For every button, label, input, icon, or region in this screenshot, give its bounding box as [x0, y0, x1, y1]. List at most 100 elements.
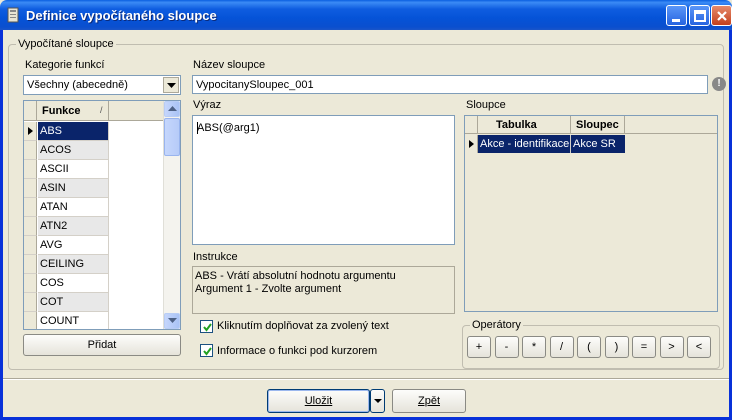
function-name: ATAN [38, 198, 109, 217]
row-selector [24, 160, 37, 179]
column-name-input[interactable]: VypocitanySloupec_001 [192, 75, 708, 94]
operator-button[interactable]: = [632, 336, 656, 358]
back-button[interactable]: Zpět [392, 389, 466, 413]
save-options-button[interactable] [370, 389, 385, 413]
grid-corner [465, 116, 478, 134]
column-column-header[interactable]: Sloupec [571, 116, 625, 134]
functions-scrollbar[interactable] [163, 101, 180, 329]
row-selector [24, 236, 37, 255]
operator-button[interactable]: ) [604, 336, 629, 358]
function-name: COT [38, 293, 109, 312]
save-button[interactable]: Uložit [267, 389, 370, 413]
sort-icon: / [100, 105, 103, 115]
scroll-up-button[interactable] [164, 101, 180, 117]
save-button-label: Uložit [304, 395, 333, 407]
instructions-label: Instrukce [193, 251, 238, 263]
list-item[interactable]: ABS [24, 122, 164, 141]
maximize-icon [694, 10, 706, 22]
chevron-up-icon [168, 106, 177, 111]
add-button-label: Přidat [87, 339, 117, 351]
operator-button[interactable]: > [659, 336, 684, 358]
function-name: AVG [38, 236, 109, 255]
table-column-header[interactable]: Tabulka [478, 116, 571, 134]
list-item[interactable]: COT [24, 293, 164, 312]
function-name: COUNT [38, 312, 109, 329]
instructions-line-1: ABS - Vrátí absolutní hodnotu argumentu [195, 270, 396, 282]
list-item[interactable]: COS [24, 274, 164, 293]
dropdown-button[interactable] [163, 77, 179, 93]
chevron-down-icon [167, 83, 176, 88]
list-item[interactable]: ASIN [24, 179, 164, 198]
row-selector [24, 198, 37, 217]
operators-label: Operátory [470, 319, 523, 331]
double-click-checkbox[interactable] [200, 320, 213, 333]
back-button-label: Zpět [417, 395, 440, 407]
info-under-cursor-label[interactable]: Informace o funkci pod kurzorem [217, 345, 377, 357]
maximize-button[interactable] [689, 5, 710, 26]
checkmark-icon [203, 347, 212, 356]
scroll-thumb[interactable] [164, 118, 180, 156]
info-icon[interactable]: ! [712, 77, 726, 91]
group-title: Vypočítané sloupce [16, 38, 116, 50]
app-icon [7, 7, 19, 23]
functions-column-header[interactable]: Funkce [38, 101, 109, 121]
window-title: Definice vypočítaného sloupce [26, 8, 217, 23]
row-arrow-icon [28, 127, 33, 135]
table-row[interactable]: Akce - identifikace Akce SR [465, 135, 717, 153]
title-bar: Definice vypočítaného sloupce [0, 0, 732, 30]
instructions-box: ABS - Vrátí absolutní hodnotu argumentu … [192, 266, 455, 314]
list-item[interactable]: ATAN [24, 198, 164, 217]
functions-grid[interactable]: Funkce / ABS ACOS ASCII ASIN ATAN ATN2 AVG CEIL… [23, 100, 181, 330]
row-column-cell: Akce SR [571, 135, 625, 153]
category-select[interactable]: Všechny (abecedně) [23, 75, 181, 95]
row-table-cell: Akce - identifikace [478, 135, 571, 153]
columns-grid-header: Tabulka Sloupec [465, 116, 717, 134]
operator-button[interactable]: + [467, 336, 491, 358]
list-item[interactable]: ASCII [24, 160, 164, 179]
close-icon [717, 11, 727, 21]
expression-value: ABS(@arg1) [197, 122, 260, 134]
minimize-button[interactable] [666, 5, 687, 26]
chevron-down-icon [374, 399, 382, 403]
list-item[interactable]: AVG [24, 236, 164, 255]
list-item[interactable]: ACOS [24, 141, 164, 160]
row-selector [465, 135, 478, 153]
info-under-cursor-checkbox[interactable] [200, 344, 213, 357]
row-selector [24, 141, 37, 160]
expression-input[interactable]: ABS(@arg1) [192, 115, 455, 245]
double-click-label[interactable]: Kliknutím doplňovat za zvolený text [217, 320, 389, 332]
instructions-line-2: Argument 1 - Zvolte argument [195, 283, 342, 295]
function-name: ACOS [38, 141, 109, 160]
operator-button[interactable]: / [549, 336, 574, 358]
chevron-down-icon [168, 318, 177, 323]
row-selector [24, 274, 37, 293]
scroll-down-button[interactable] [164, 313, 180, 329]
list-item[interactable]: COUNT [24, 312, 164, 329]
function-name: COS [38, 274, 109, 293]
columns-grid[interactable]: Tabulka Sloupec Akce - identifikace Akce… [464, 115, 718, 312]
minimize-icon [672, 19, 680, 22]
separator-highlight [3, 379, 729, 380]
function-name: ATN2 [38, 217, 109, 236]
operator-button[interactable]: - [494, 336, 519, 358]
list-item[interactable]: ATN2 [24, 217, 164, 236]
operator-button[interactable]: * [522, 336, 546, 358]
function-name: ASCII [38, 160, 109, 179]
row-selector [24, 312, 37, 329]
text-caret [197, 122, 198, 134]
row-selector [24, 179, 37, 198]
checkmark-icon [203, 323, 212, 332]
close-button[interactable] [711, 5, 732, 26]
functions-grid-header: Funkce / [24, 101, 164, 121]
function-name: ASIN [38, 179, 109, 198]
category-value: Všechny (abecedně) [27, 79, 128, 91]
row-selector [24, 122, 37, 141]
list-item[interactable]: CEILING [24, 255, 164, 274]
add-button[interactable]: Přidat [23, 334, 181, 356]
function-name: CEILING [38, 255, 109, 274]
column-name-value: VypocitanySloupec_001 [196, 79, 314, 91]
operator-button[interactable]: < [687, 336, 711, 358]
row-selector [24, 255, 37, 274]
operator-button[interactable]: ( [577, 336, 601, 358]
row-selector [24, 293, 37, 312]
